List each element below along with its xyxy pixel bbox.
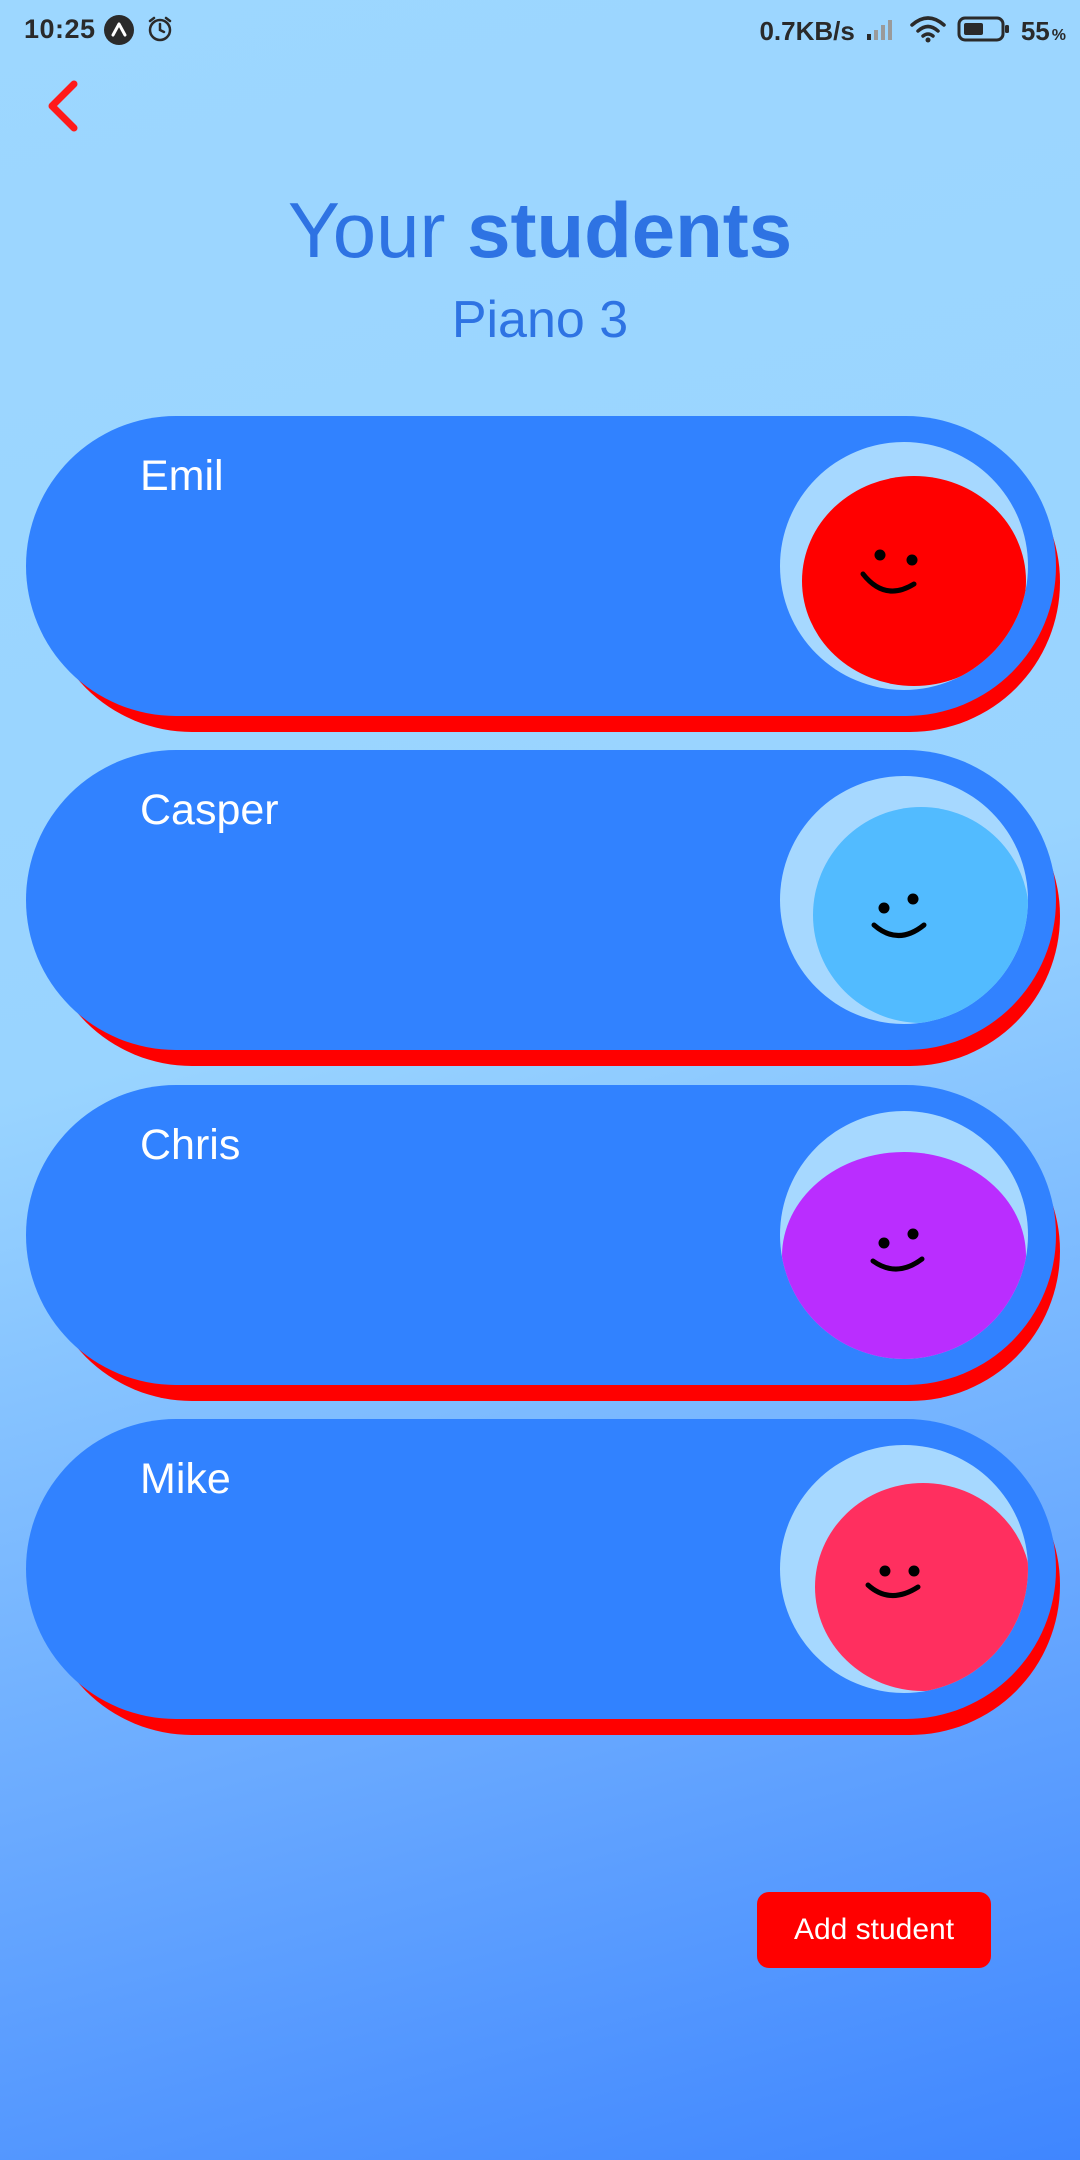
student-avatar: [780, 1111, 1028, 1359]
student-card-mike[interactable]: Mike: [26, 1419, 1060, 1735]
smiley-avatar-icon: [782, 1152, 1026, 1359]
smiley-avatar-icon: [802, 476, 1026, 686]
student-avatar: [780, 1445, 1028, 1693]
student-name: Emil: [140, 452, 224, 500]
card-body: Chris: [26, 1085, 1056, 1385]
student-name: Mike: [140, 1455, 231, 1503]
network-speed: 0.7KB/s: [759, 15, 855, 46]
smiley-avatar-icon: [813, 807, 1028, 1023]
student-name: Chris: [140, 1121, 241, 1169]
battery-percent: 55%: [1020, 15, 1066, 46]
app-notification-icon: [104, 15, 134, 45]
chevron-left-icon: [48, 80, 78, 132]
status-bar: 10:25 0.7KB/s 55%: [0, 0, 1080, 60]
student-card-emil[interactable]: Emil: [26, 416, 1060, 732]
page-title: Your students: [0, 185, 1080, 275]
signal-icon: [865, 16, 899, 47]
class-subtitle: Piano 3: [451, 291, 629, 349]
back-button[interactable]: [36, 76, 96, 136]
card-body: Emil: [26, 416, 1056, 716]
card-body: Mike: [26, 1419, 1056, 1719]
student-avatar: [780, 442, 1028, 690]
page-title-regular: Your: [287, 186, 468, 274]
add-student-button[interactable]: Add student: [757, 1892, 991, 1968]
student-avatar: [780, 776, 1028, 1024]
card-body: Casper: [26, 750, 1056, 1050]
wifi-icon: [909, 15, 947, 48]
battery-icon: [957, 15, 1011, 48]
status-time: 10:25: [24, 14, 96, 44]
student-name: Casper: [140, 786, 279, 834]
student-card-chris[interactable]: Chris: [26, 1085, 1060, 1401]
student-card-casper[interactable]: Casper: [26, 750, 1060, 1066]
page-title-bold: students: [467, 186, 793, 274]
status-right-group: 0.7KB/s 55%: [759, 14, 1066, 48]
alarm-icon: [146, 15, 174, 43]
smiley-avatar-icon: [815, 1483, 1028, 1691]
